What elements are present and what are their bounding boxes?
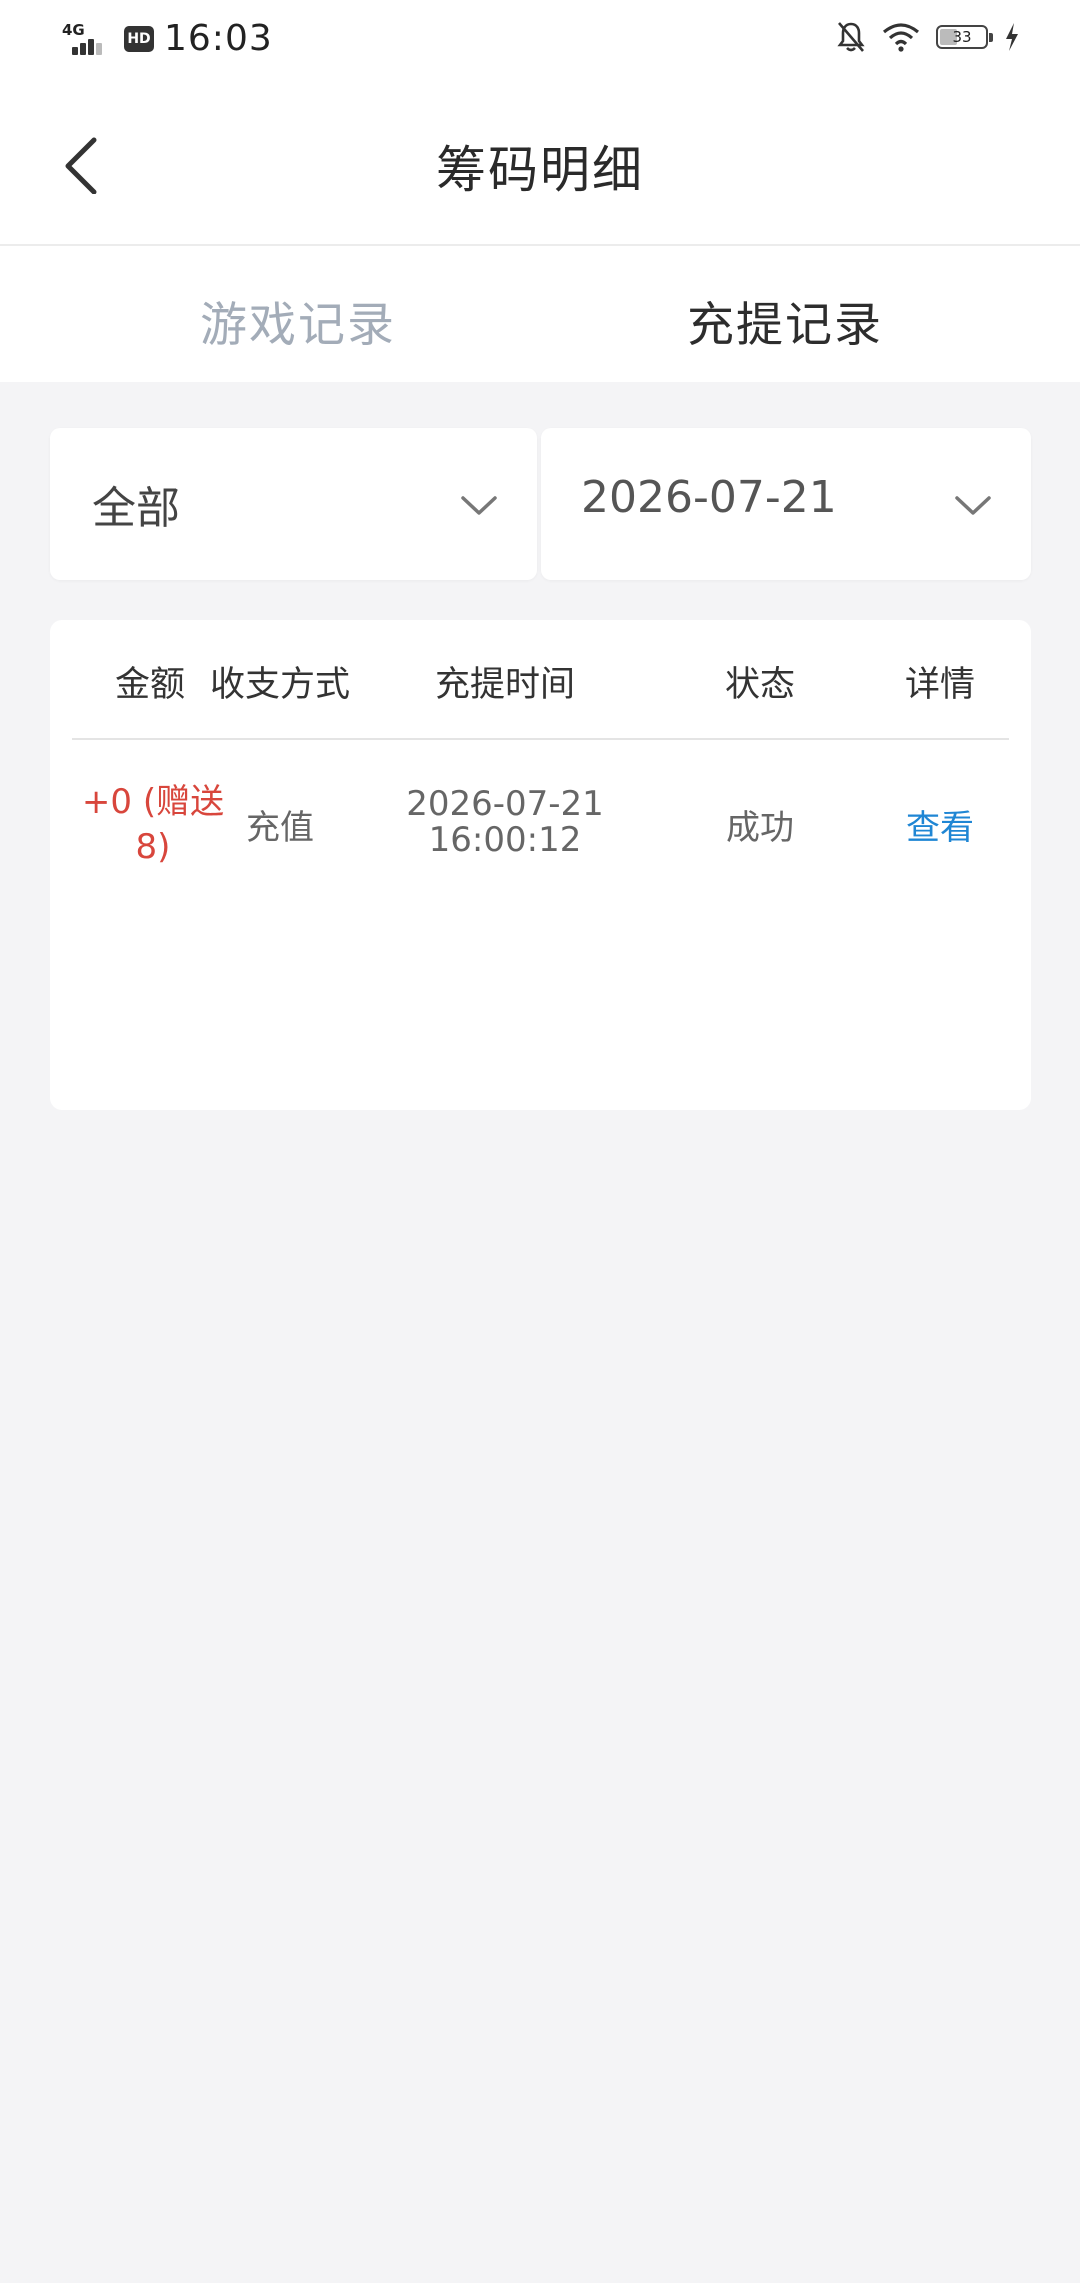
time-clock: 16:00:12 [428,820,582,860]
time-cell: 2026-07-21 16:00:12 [390,786,620,858]
chevron-down-icon [461,496,497,515]
chevron-down-icon [955,496,991,515]
tab-deposit-withdraw-records[interactable]: 充提记录 [687,286,883,355]
wifi-icon [882,23,920,52]
signal-icon: 4G [62,19,110,59]
column-header-status: 状态 [724,665,795,705]
table-header: 金额 收支方式 充提时间 状态 详情 [72,620,1009,740]
tab-game-records[interactable]: 游戏记录 [200,286,396,355]
page-title: 筹码明细 [436,141,644,199]
status-time: 16:03 [164,18,273,59]
date-filter-value: 2026-07-21 [581,472,837,523]
view-detail-link[interactable]: 查看 [870,800,1010,849]
battery-icon: 33 [936,25,993,49]
column-header-method: 收支方式 [209,665,350,705]
status-left: 4G HD 16:03 [62,18,273,59]
app-header: 筹码明细 [0,82,1080,246]
type-filter-value: 全部 [92,483,180,534]
bell-off-icon [837,22,865,52]
battery-level: 33 [952,28,972,46]
column-header-amount: 金额 [114,665,185,705]
method-cell: 充值 [246,808,314,848]
status-cell: 成功 [726,808,794,848]
type-filter-dropdown[interactable]: 全部 [50,428,537,580]
time-date: 2026-07-21 [406,784,604,824]
column-header-time: 充提时间 [434,665,575,705]
network-type: 4G [62,20,85,39]
charging-bolt-icon [1006,23,1018,51]
date-filter-dropdown[interactable]: 2026-07-21 [541,428,1031,580]
column-header-detail: 详情 [904,665,975,705]
status-bar: 4G HD 16:03 33 [0,0,1080,82]
tab-bar: 游戏记录 充提记录 [0,246,1080,382]
status-right: 33 [836,20,1020,54]
records-table: 金额 收支方式 充提时间 状态 详情 +0 (赠送 8) 充值 2026-07-… [50,620,1031,1110]
hd-icon: HD [124,25,154,52]
